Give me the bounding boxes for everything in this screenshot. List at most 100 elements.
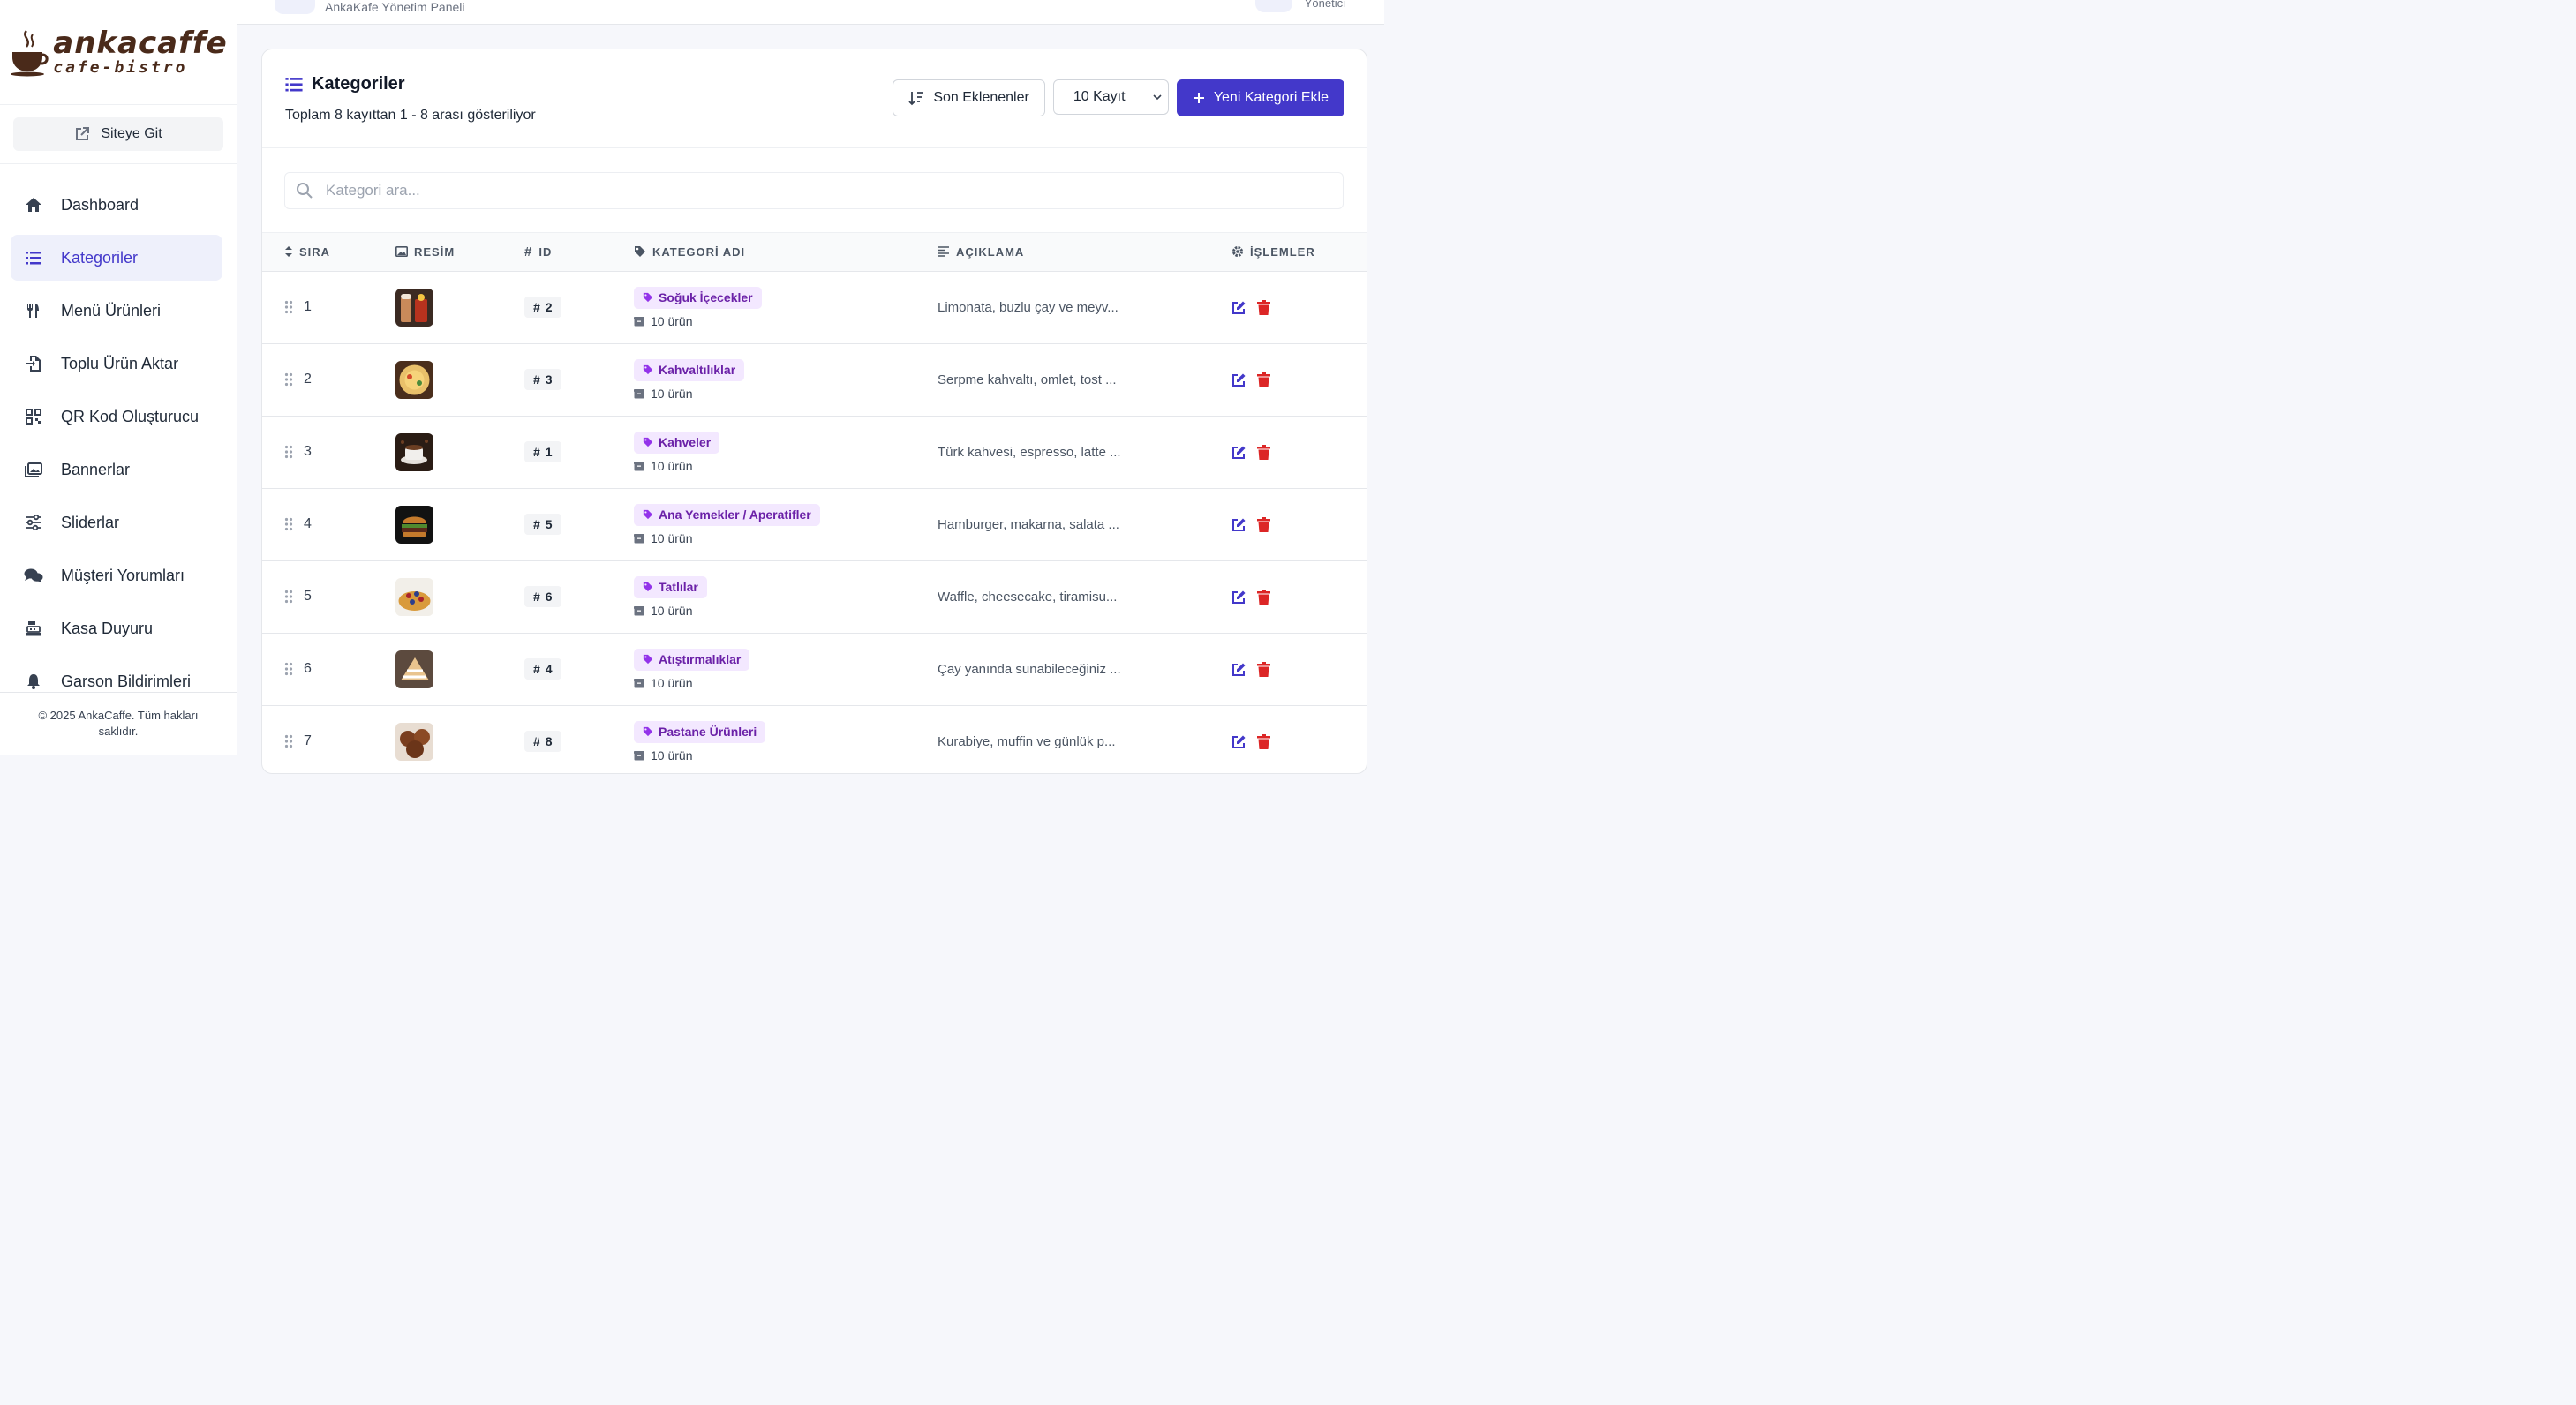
category-description: Limonata, buzlu çay ve meyv... [938, 299, 1119, 315]
image-cell [395, 271, 524, 343]
category-thumbnail[interactable] [395, 577, 433, 616]
sira-value: 6 [304, 661, 312, 676]
sidebar-nav: Dashboard Kategoriler Menü Ürünleri Topl… [11, 182, 222, 711]
panel-icon [275, 0, 315, 14]
sort-button[interactable]: Son Eklenenler [893, 79, 1045, 116]
delete-icon[interactable] [1257, 733, 1270, 749]
sidebar-item-toplu-urun-aktar[interactable]: Toplu Ürün Aktar [11, 341, 222, 387]
table-header-row: SIRA RESİM # ID KATEGORİ ADI AÇIKLAMA İŞ… [262, 233, 1367, 272]
sort-button-label: Son Eklenenler [933, 90, 1029, 105]
edit-icon[interactable] [1232, 300, 1247, 315]
ops-cell [1232, 416, 1367, 488]
id-cell: #8 [524, 705, 634, 773]
sidebar-item-sliderlar[interactable]: Sliderlar [11, 500, 222, 545]
image-icon [395, 246, 408, 258]
plus-icon [1193, 93, 1204, 103]
delete-icon[interactable] [1257, 444, 1270, 460]
edit-icon[interactable] [1232, 517, 1247, 532]
table-row: 1 #2 Soğuk İçecekler 10 ürün Limonata, b… [262, 271, 1367, 343]
column-header-label: İŞLEMLER [1250, 244, 1315, 259]
search-icon [297, 183, 313, 199]
edit-icon[interactable] [1232, 372, 1247, 387]
sidebar-item-musteri-yorumlari[interactable]: Müşteri Yorumları [11, 552, 222, 598]
column-header-ops: İŞLEMLER [1232, 233, 1367, 272]
sira-cell: 7 [262, 705, 395, 773]
name-cell: Kahveler 10 ürün [634, 416, 938, 488]
box-icon [634, 678, 644, 687]
desc-cell: Waffle, cheesecake, tiramisu... [938, 560, 1232, 633]
name-cell: Atıştırmalıklar 10 ürün [634, 633, 938, 705]
page-size-select[interactable]: 10 Kayıt [1052, 79, 1169, 115]
sidebar-item-qr-kod[interactable]: QR Kod Oluşturucu [11, 394, 222, 440]
id-badge: #3 [524, 369, 561, 390]
go-to-site-label: Siteye Git [101, 126, 162, 141]
sidebar-item-kasa-duyuru[interactable]: Kasa Duyuru [11, 605, 222, 651]
sidebar-item-label: Kategoriler [61, 248, 139, 267]
sidebar-item-bannerlar[interactable]: Bannerlar [11, 447, 222, 492]
category-thumbnail[interactable] [395, 288, 433, 327]
brand-tagline: cafe-bistro [53, 58, 188, 77]
id-badge: #2 [524, 297, 561, 318]
drag-handle-icon[interactable] [284, 372, 293, 387]
sidebar-item-kategoriler[interactable]: Kategoriler [11, 235, 222, 281]
logo-area: ankacaffe cafe-bistro [0, 0, 237, 105]
hash-icon: # [533, 734, 540, 748]
tag-icon [643, 509, 653, 520]
category-name: Pastane Ürünleri [659, 725, 757, 739]
delete-icon[interactable] [1257, 516, 1270, 532]
bell-icon [24, 672, 43, 691]
sidebar-item-label: Sliderlar [61, 513, 120, 531]
category-thumbnail[interactable] [395, 650, 433, 688]
sidebar-item-dashboard[interactable]: Dashboard [11, 182, 222, 228]
edit-icon[interactable] [1232, 445, 1247, 460]
product-count-value: 10 ürün [651, 458, 693, 473]
id-value: 8 [545, 734, 553, 748]
edit-icon[interactable] [1232, 590, 1247, 605]
delete-icon[interactable] [1257, 299, 1270, 315]
sidebar-item-menu-urunleri[interactable]: Menü Ürünleri [11, 288, 222, 334]
category-thumbnail[interactable] [395, 722, 433, 761]
drag-handle-icon[interactable] [284, 445, 293, 459]
go-to-site-button[interactable]: Siteye Git [13, 117, 223, 151]
hash-icon: # [533, 300, 540, 314]
category-thumbnail[interactable] [395, 432, 433, 471]
column-header-label: KATEGORİ ADI [652, 244, 746, 259]
drag-handle-icon[interactable] [284, 300, 293, 314]
tag-icon [643, 364, 653, 375]
delete-icon[interactable] [1257, 372, 1270, 387]
panel-name: AnkaKafe Yönetim Paneli [325, 0, 465, 14]
add-category-button[interactable]: Yeni Kategori Ekle [1176, 79, 1344, 116]
table-row: 4 #5 Ana Yemekler / Aperatifler 10 ürün … [262, 488, 1367, 560]
drag-handle-icon[interactable] [284, 662, 293, 676]
table-row: 5 #6 Tatlılar 10 ürün Waffle, cheesecake… [262, 560, 1367, 633]
coffee-cup-icon [11, 30, 49, 77]
edit-icon[interactable] [1232, 734, 1247, 749]
ops-cell [1232, 705, 1367, 773]
column-header-desc: AÇIKLAMA [938, 233, 1232, 272]
drag-handle-icon[interactable] [284, 517, 293, 531]
drag-handle-icon[interactable] [284, 734, 293, 748]
sidebar-item-label: Garson Bildirimleri [61, 672, 192, 690]
edit-icon[interactable] [1232, 662, 1247, 677]
desc-cell: Kurabiye, muffin ve günlük p... [938, 705, 1232, 773]
ops-cell [1232, 343, 1367, 416]
sira-value: 5 [304, 589, 312, 604]
column-header-resim: RESİM [395, 233, 524, 272]
sira-cell: 1 [262, 271, 395, 343]
search-box[interactable] [284, 172, 1344, 209]
delete-icon[interactable] [1257, 589, 1270, 605]
user-avatar[interactable] [1255, 0, 1292, 12]
column-header-sira[interactable]: SIRA [262, 233, 395, 272]
brand-logo[interactable]: ankacaffe cafe-bistro [9, 27, 227, 77]
hash-icon: # [533, 590, 540, 604]
search-input[interactable] [324, 181, 1122, 200]
sidebar: ankacaffe cafe-bistro Siteye Git Dashboa… [0, 0, 237, 755]
sira-value: 7 [304, 733, 312, 748]
category-thumbnail[interactable] [395, 505, 433, 544]
delete-icon[interactable] [1257, 661, 1270, 677]
product-count-value: 10 ürün [651, 530, 693, 545]
sliders-icon [24, 513, 43, 532]
category-thumbnail[interactable] [395, 360, 433, 399]
category-name-badge: Pastane Ürünleri [634, 720, 766, 743]
drag-handle-icon[interactable] [284, 590, 293, 604]
